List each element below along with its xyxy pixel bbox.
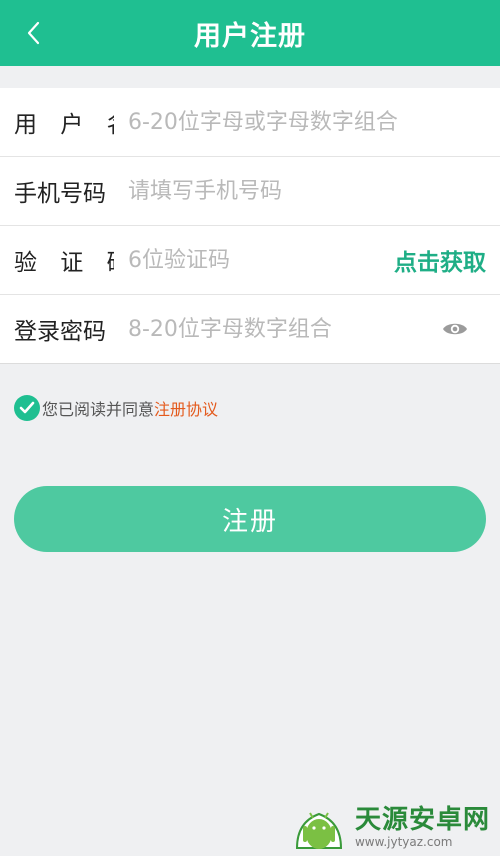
agreement-row: 您已阅读并同意 注册协议	[14, 395, 218, 421]
agreement-text: 您已阅读并同意	[42, 400, 155, 419]
agreement-checkbox[interactable]	[14, 395, 40, 421]
get-code-button[interactable]: 点击获取	[394, 226, 486, 294]
password-label: 登录密码	[0, 295, 114, 363]
username-row: 用 户 名	[0, 88, 500, 157]
registration-form: 用 户 名 手机号码 验 证 码 点击获取 登录密码	[0, 88, 500, 364]
phone-label: 手机号码	[0, 157, 114, 225]
phone-field-container	[114, 157, 500, 225]
check-icon	[19, 401, 35, 414]
back-button[interactable]	[18, 17, 48, 49]
page-title: 用户注册	[194, 20, 306, 52]
username-field-container	[114, 88, 500, 156]
phone-input[interactable]	[114, 178, 500, 204]
username-label: 用 户 名	[0, 88, 130, 156]
android-logo-icon	[295, 812, 342, 849]
watermark-url: www.jytyaz.com	[354, 835, 453, 849]
watermark-text: 天源安卓网 www.jytyaz.com	[355, 805, 490, 849]
code-row: 验 证 码 点击获取	[0, 226, 500, 295]
eye-icon[interactable]	[442, 317, 468, 341]
watermark-name: 天源安卓网	[354, 805, 490, 835]
code-label: 验 证 码	[0, 226, 130, 294]
watermark: 天源安卓网 www.jytyaz.com	[289, 804, 490, 850]
register-button[interactable]: 注册	[14, 486, 486, 552]
back-arrow-icon	[27, 21, 40, 45]
app-header: 用户注册	[0, 0, 500, 66]
username-input[interactable]	[114, 109, 500, 135]
verification-code-input[interactable]	[114, 247, 368, 273]
password-input[interactable]	[114, 316, 428, 342]
password-row: 登录密码	[0, 295, 500, 364]
phone-row: 手机号码	[0, 157, 500, 226]
agreement-link[interactable]: 注册协议	[154, 396, 218, 420]
